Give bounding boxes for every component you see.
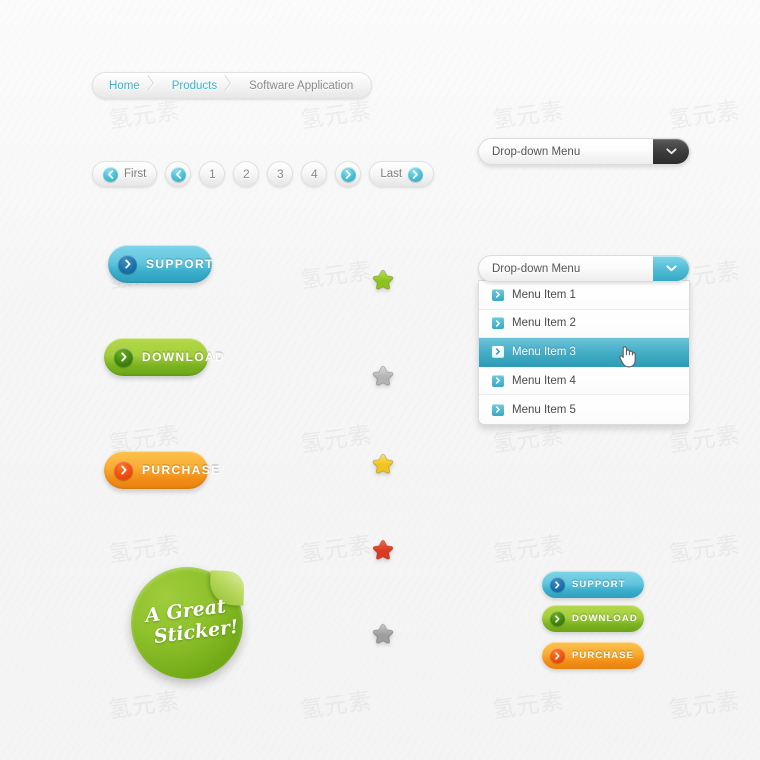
watermark-text: 氢元素 <box>298 422 374 458</box>
pagination-page-label: 4 <box>311 167 318 181</box>
pagination-first-label: First <box>124 168 147 180</box>
watermark-text: 氢元素 <box>298 688 374 724</box>
dropdown-closed-label: Drop-down Menu <box>492 145 581 158</box>
chevron-right-icon <box>550 577 565 592</box>
pointing-hand-cursor <box>618 345 636 369</box>
chevron-right-icon <box>550 611 565 626</box>
pagination-first-button[interactable]: First <box>92 161 158 187</box>
star-gray-1-icon[interactable] <box>368 364 398 394</box>
chevron-right-icon <box>118 254 137 274</box>
star-red-icon[interactable] <box>368 538 398 568</box>
breadcrumb-item-current: Software Application <box>235 73 369 98</box>
star-green-icon[interactable] <box>368 268 398 298</box>
dropdown-open-trigger[interactable]: Drop-down Menu <box>478 255 690 282</box>
dropdown-menu-item-label: Menu Item 2 <box>512 317 576 330</box>
dropdown-closed[interactable]: Drop-down Menu <box>478 138 690 165</box>
chevron-right-icon <box>114 460 133 480</box>
watermark-text: 氢元素 <box>666 98 742 134</box>
pagination-page-2[interactable]: 2 <box>233 161 260 187</box>
dropdown-menu-item[interactable]: Menu Item 5 <box>479 395 689 424</box>
breadcrumb-label: Home <box>109 79 140 92</box>
purchase-button-small-label: PURCHASE <box>572 650 635 661</box>
dropdown-open-label: Drop-down Menu <box>492 262 581 275</box>
star-gray-2-icon[interactable] <box>368 622 398 652</box>
pagination-next-button[interactable] <box>335 161 362 187</box>
chevron-right-icon <box>492 288 504 301</box>
pagination-prev-button[interactable] <box>165 161 192 187</box>
breadcrumb-item-home[interactable]: Home <box>95 73 158 98</box>
chevron-right-icon <box>492 317 504 330</box>
chevron-down-icon[interactable] <box>653 139 689 164</box>
chevron-right-icon <box>492 345 504 358</box>
dropdown-menu-item[interactable]: Menu Item 3 <box>479 338 689 367</box>
download-button[interactable]: DOWNLOAD <box>104 338 224 376</box>
breadcrumb-separator-icon <box>220 76 233 96</box>
support-button-label: SUPPORT <box>146 257 214 271</box>
breadcrumb: Home Products Software Application <box>92 72 373 99</box>
breadcrumb-item-products[interactable]: Products <box>158 73 235 98</box>
watermark-text: 氢元素 <box>490 98 566 134</box>
chevron-left-icon <box>103 166 118 182</box>
dropdown-menu-item-label: Menu Item 5 <box>512 403 576 416</box>
pagination-page-label: 2 <box>243 167 250 181</box>
star-yellow-icon[interactable] <box>368 452 398 482</box>
watermark-text: 氢元素 <box>298 532 374 568</box>
dropdown-menu-item-label: Menu Item 3 <box>512 345 576 358</box>
pagination-page-label: 1 <box>209 167 216 181</box>
pagination-last-label: Last <box>380 168 403 180</box>
purchase-button[interactable]: PURCHASE <box>104 451 219 489</box>
pagination-page-4[interactable]: 4 <box>301 161 328 187</box>
chevron-right-icon <box>550 648 565 663</box>
pagination-page-label: 3 <box>277 167 284 181</box>
chevron-right-icon <box>492 374 504 387</box>
chevron-down-icon[interactable] <box>653 256 689 281</box>
chevron-left-icon <box>170 166 186 182</box>
support-button-small[interactable]: SUPPORT <box>542 571 644 598</box>
purchase-button-small[interactable]: PURCHASE <box>542 642 644 669</box>
dropdown-menu-item[interactable]: Menu Item 2 <box>479 309 689 339</box>
watermark-text: 氢元素 <box>298 258 374 294</box>
support-button-small-label: SUPPORT <box>572 579 626 590</box>
dropdown-menu-item[interactable]: Menu Item 1 <box>479 281 689 310</box>
breadcrumb-separator-icon <box>143 76 156 96</box>
download-button-small[interactable]: DOWNLOAD <box>542 605 644 632</box>
sticker-text: A Great Sticker! <box>125 561 250 686</box>
dropdown-menu-item[interactable]: Menu Item 4 <box>479 366 689 396</box>
ui-kit-canvas: 氢元素 氢元素 氢元素 氢元素 氢元素 氢元素 氢元素 氢元素 氢元素 氢元素 氢元素 氢元素 氢元素氢… <box>0 0 760 760</box>
purchase-button-label: PURCHASE <box>142 463 221 477</box>
support-button[interactable]: SUPPORT <box>108 245 212 283</box>
chevron-right-icon <box>114 347 133 367</box>
breadcrumb-label: Software Application <box>249 79 354 92</box>
watermark-text: 氢元素 <box>106 688 182 724</box>
dropdown-menu-item-label: Menu Item 1 <box>512 288 576 301</box>
watermark-text: 氢元素 <box>490 688 566 724</box>
watermark-text: 氢元素 <box>666 688 742 724</box>
pagination-last-button[interactable]: Last <box>369 161 435 187</box>
watermark-text: 氢元素 <box>666 532 742 568</box>
chevron-right-icon <box>408 166 424 182</box>
download-button-label: DOWNLOAD <box>142 350 226 364</box>
download-button-small-label: DOWNLOAD <box>572 613 638 624</box>
pagination-page-3[interactable]: 3 <box>267 161 294 187</box>
dropdown-open: Drop-down Menu Menu Item 1 Menu Item 2 Men… <box>478 255 690 425</box>
dropdown-menu-item-label: Menu Item 4 <box>512 374 576 387</box>
watermark-text: 氢元素 <box>490 532 566 568</box>
watermark-text: 氢元素 <box>106 532 182 568</box>
breadcrumb-label: Products <box>171 79 218 92</box>
chevron-right-icon <box>340 166 356 182</box>
chevron-right-icon <box>492 403 504 416</box>
pagination-page-1[interactable]: 1 <box>199 161 226 187</box>
dropdown-menu-list: Menu Item 1 Menu Item 2 Menu Item 3 Menu It… <box>478 280 690 425</box>
pagination: First 1 2 3 4 Last <box>92 161 435 187</box>
great-sticker-badge: A Great Sticker! <box>131 567 245 679</box>
